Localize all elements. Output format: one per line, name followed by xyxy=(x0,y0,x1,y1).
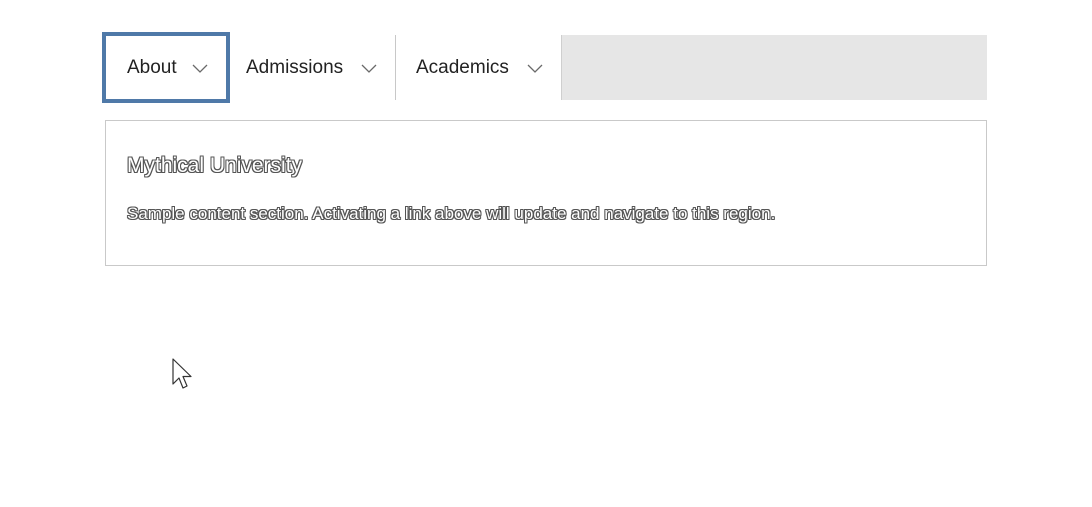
page: About Admissions Academics Mythical Univ… xyxy=(0,0,1092,507)
menu-item-label: About xyxy=(127,57,177,78)
content-region: Mythical University Sample content secti… xyxy=(105,120,987,266)
menu-item-label: Admissions xyxy=(246,57,344,78)
chevron-down-icon xyxy=(192,64,208,74)
menu-separator xyxy=(561,35,562,100)
menu-item-academics[interactable]: Academics xyxy=(396,35,561,100)
chevron-down-icon xyxy=(527,64,543,74)
chevron-down-icon xyxy=(361,64,377,74)
menu-item-admissions[interactable]: Admissions xyxy=(230,35,396,100)
content-body: Sample content section. Activating a lin… xyxy=(127,204,776,223)
content-title: Mythical University xyxy=(127,154,303,177)
menu-item-label: Academics xyxy=(416,57,509,78)
menubar: About Admissions Academics xyxy=(102,32,987,103)
mouse-cursor-icon xyxy=(171,357,195,393)
menu-item-about[interactable]: About xyxy=(102,32,230,103)
menubar-items: About Admissions Academics xyxy=(102,32,562,103)
